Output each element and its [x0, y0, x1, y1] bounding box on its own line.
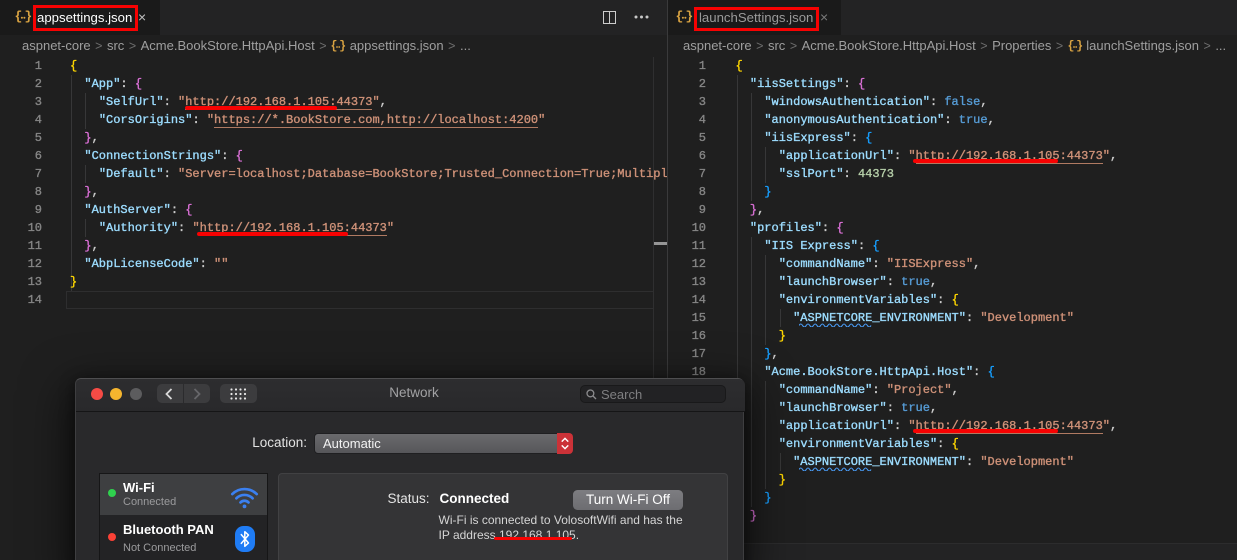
svg-text:{: {	[1068, 40, 1074, 52]
svg-text:}: }	[25, 9, 33, 24]
svg-text:{: {	[15, 9, 22, 24]
svg-text:{: {	[676, 9, 683, 24]
svg-text:}: }	[686, 9, 694, 24]
svg-text:}: }	[1076, 40, 1083, 52]
svg-text:{: {	[331, 40, 337, 52]
svg-text:}: }	[339, 40, 346, 52]
